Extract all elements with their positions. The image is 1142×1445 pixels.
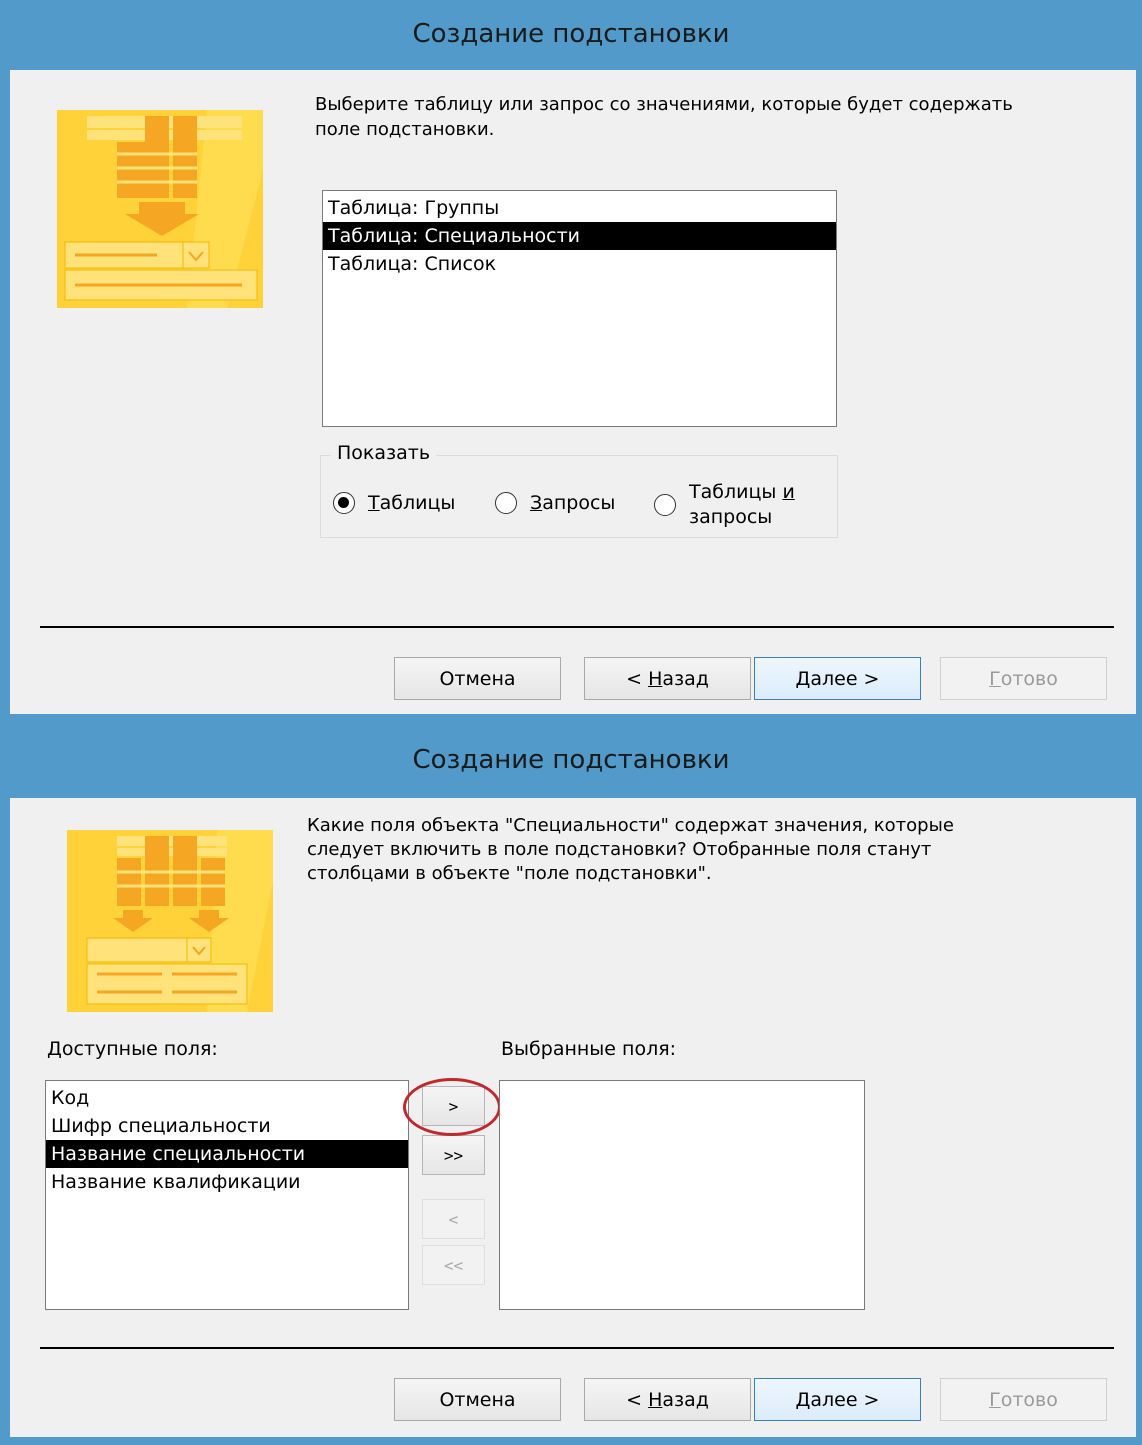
cancel-button[interactable]: Отмена	[394, 1378, 561, 1421]
instruction-line: столбцами в объекте "поле подстановки".	[307, 863, 712, 884]
radio-label-queries: Запросы	[530, 492, 616, 514]
instruction-line: следует включить в поле подстановки? Ото…	[307, 839, 932, 860]
remove-field-button[interactable]: <	[422, 1199, 485, 1239]
instruction-line: поле подстановки.	[315, 119, 495, 140]
show-group-label: Показать	[331, 442, 437, 464]
radio-label-tables: Таблицы	[368, 492, 456, 514]
available-fields-label: Доступные поля:	[47, 1038, 218, 1060]
wizard-fields-selection-icon	[67, 830, 273, 1016]
next-button[interactable]: Далее >	[754, 657, 921, 700]
field-item[interactable]: Код	[46, 1084, 408, 1112]
radio-label-both: Таблицы и запросы	[689, 481, 795, 528]
available-fields-listbox[interactable]: Код Шифр специальности Название специаль…	[45, 1080, 409, 1310]
add-all-fields-button[interactable]: >>	[422, 1135, 485, 1175]
radio-label-line2: запросы	[689, 506, 773, 528]
field-item[interactable]: Шифр специальности	[46, 1112, 408, 1140]
list-item-selected[interactable]: Таблица: Специальности	[323, 222, 836, 250]
wizard-table-to-lookup-icon	[57, 110, 263, 312]
back-button[interactable]: < Назад	[584, 657, 751, 700]
back-button[interactable]: < Назад	[584, 1378, 751, 1421]
cancel-button[interactable]: Отмена	[394, 657, 561, 700]
instruction-line: Какие поля объекта "Специальности" содер…	[307, 815, 954, 836]
radio-checked-icon[interactable]	[333, 492, 355, 514]
selected-fields-listbox[interactable]	[499, 1080, 865, 1310]
radio-tables[interactable]: Таблицы	[333, 492, 455, 514]
radio-unchecked-icon[interactable]	[495, 492, 517, 514]
next-button[interactable]: Далее >	[754, 1378, 921, 1421]
radio-unchecked-icon[interactable]	[654, 494, 676, 516]
finish-button[interactable]: Готово	[940, 657, 1107, 700]
dialog-title: Создание подстановки	[412, 19, 730, 49]
step1-instruction: Выберите таблицу или запрос со значениям…	[315, 92, 1013, 142]
selected-fields-label: Выбранные поля:	[501, 1038, 677, 1060]
lookup-wizard-dialog-step1: Создание подстановки Выберите таблицу ил…	[0, 0, 1142, 722]
list-item[interactable]: Таблица: Группы	[323, 194, 836, 222]
field-item-selected[interactable]: Название специальности	[46, 1140, 408, 1168]
dialog-title: Создание подстановки	[412, 745, 730, 775]
dialog-body: Выберите таблицу или запрос со значениям…	[10, 70, 1136, 714]
dialog-body: Какие поля объекта "Специальности" содер…	[10, 798, 1136, 1437]
list-item[interactable]: Таблица: Список	[323, 250, 836, 278]
highlight-circle-annotation	[403, 1078, 501, 1136]
field-item[interactable]: Название квалификации	[46, 1168, 408, 1196]
tables-listbox[interactable]: Таблица: Группы Таблица: Специальности Т…	[322, 190, 837, 427]
step2-instruction: Какие поля объекта "Специальности" содер…	[307, 814, 954, 886]
separator-line	[40, 1347, 1114, 1349]
instruction-line: Выберите таблицу или запрос со значениям…	[315, 94, 1013, 115]
separator-line	[40, 626, 1114, 628]
radio-tables-and-queries[interactable]: Таблицы и запросы	[654, 480, 795, 530]
lookup-wizard-dialog-step2: Создание подстановки Какие поля объекта …	[0, 722, 1142, 1445]
remove-all-fields-button[interactable]: <<	[422, 1245, 485, 1285]
radio-queries[interactable]: Запросы	[495, 492, 615, 514]
finish-button[interactable]: Готово	[940, 1378, 1107, 1421]
